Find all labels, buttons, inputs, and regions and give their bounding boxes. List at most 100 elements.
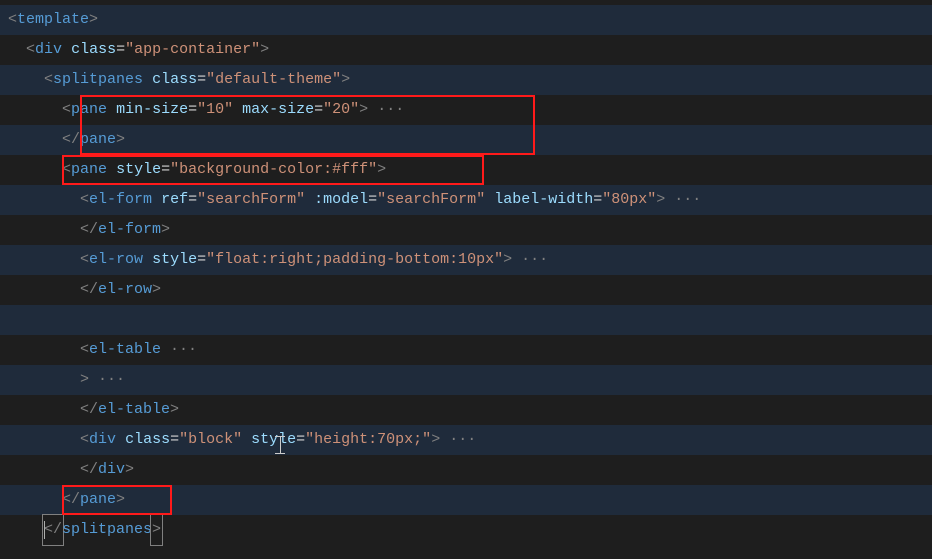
indent [8, 365, 80, 395]
bracket: > [116, 485, 125, 515]
tag: el-row [98, 275, 152, 305]
tag: pane [80, 125, 116, 155]
fold-ellipsis-icon[interactable]: ··· [368, 95, 404, 125]
bracket-match: </ [42, 514, 64, 546]
bracket: < [80, 185, 89, 215]
tag: pane [71, 155, 107, 185]
indent [8, 335, 80, 365]
text-cursor [44, 521, 45, 539]
bracket: > [161, 215, 170, 245]
bracket: </ [80, 275, 98, 305]
bracket: > [656, 185, 665, 215]
fold-ellipsis-icon[interactable]: ··· [440, 425, 476, 455]
mouse-ibeam-icon [275, 436, 285, 454]
code-line[interactable]: </el-form> [0, 215, 932, 245]
code-editor[interactable]: <template> <div class="app-container"> <… [0, 0, 932, 559]
indent [8, 485, 62, 515]
tag: el-table [98, 395, 170, 425]
code-line[interactable]: > ··· [0, 365, 932, 395]
indent [8, 185, 80, 215]
indent [8, 95, 62, 125]
tag: splitpanes [53, 65, 143, 95]
fold-ellipsis-icon[interactable]: ··· [161, 335, 197, 365]
bracket: > [359, 95, 368, 125]
code-line[interactable]: <template> [0, 5, 932, 35]
op: = [314, 95, 323, 125]
op: = [197, 65, 206, 95]
indent [8, 35, 26, 65]
op: = [368, 185, 377, 215]
bracket: > [260, 35, 269, 65]
tag: div [35, 35, 62, 65]
op: = [161, 155, 170, 185]
tag: el-form [89, 185, 152, 215]
code-line[interactable]: <pane min-size="10" max-size="20"> ··· [0, 95, 932, 125]
indent [8, 245, 80, 275]
tag: el-form [98, 215, 161, 245]
attr: class [152, 65, 197, 95]
op: = [197, 245, 206, 275]
tag: div [98, 455, 125, 485]
bracket: < [62, 155, 71, 185]
tag: pane [71, 95, 107, 125]
tag: splitpanes [62, 515, 152, 545]
fold-ellipsis-icon[interactable]: ··· [512, 245, 548, 275]
attr: class [71, 35, 116, 65]
string: "height:70px;" [305, 425, 431, 455]
code-line[interactable]: </splitpanes> [0, 515, 932, 545]
indent [8, 275, 80, 305]
attr: class [125, 425, 170, 455]
code-line[interactable]: <el-row style="float:right;padding-botto… [0, 245, 932, 275]
bracket: > [80, 365, 89, 395]
code-line[interactable]: </el-table> [0, 395, 932, 425]
attr: style [116, 155, 161, 185]
op: = [116, 35, 125, 65]
string: "searchForm" [197, 185, 305, 215]
op: = [188, 185, 197, 215]
indent [8, 455, 80, 485]
code-line[interactable]: <el-form ref="searchForm" :model="search… [0, 185, 932, 215]
indent [8, 215, 80, 245]
code-line[interactable]: </pane> [0, 485, 932, 515]
bracket: > [503, 245, 512, 275]
code-line[interactable]: <el-table ··· [0, 335, 932, 365]
string: "default-theme" [206, 65, 341, 95]
bracket: </ [80, 395, 98, 425]
code-line[interactable]: </div> [0, 455, 932, 485]
op: = [188, 95, 197, 125]
bracket: </ [62, 485, 80, 515]
bracket: < [26, 35, 35, 65]
attr: label-width [494, 185, 593, 215]
bracket: </ [80, 215, 98, 245]
string: "20" [323, 95, 359, 125]
attr: :model [314, 185, 368, 215]
tag: el-table [89, 335, 161, 365]
tag: template [17, 5, 89, 35]
code-line[interactable]: <splitpanes class="default-theme"> [0, 65, 932, 95]
op: = [296, 425, 305, 455]
attr: ref [161, 185, 188, 215]
string: "float:right;padding-bottom:10px" [206, 245, 503, 275]
code-line[interactable]: <div class="app-container"> [0, 35, 932, 65]
op: = [170, 425, 179, 455]
code-line[interactable]: <pane style="background-color:#fff"> [0, 155, 932, 185]
attr: max-size [242, 95, 314, 125]
bracket: </ [80, 455, 98, 485]
op: = [593, 185, 602, 215]
bracket: < [80, 335, 89, 365]
code-line[interactable]: </el-row> [0, 275, 932, 305]
string: "searchForm" [377, 185, 485, 215]
tag: div [89, 425, 116, 455]
string: "block" [179, 425, 242, 455]
bracket: > [116, 125, 125, 155]
indent [8, 515, 44, 545]
bracket: < [8, 5, 17, 35]
bracket: < [44, 65, 53, 95]
bracket: < [62, 95, 71, 125]
fold-ellipsis-icon[interactable]: ··· [665, 185, 701, 215]
code-line[interactable]: </pane> [0, 125, 932, 155]
code-line[interactable]: <div class="block" style="height:70px;">… [0, 425, 932, 455]
fold-ellipsis-icon[interactable]: ··· [89, 365, 125, 395]
code-line[interactable] [0, 305, 932, 335]
indent [8, 425, 80, 455]
